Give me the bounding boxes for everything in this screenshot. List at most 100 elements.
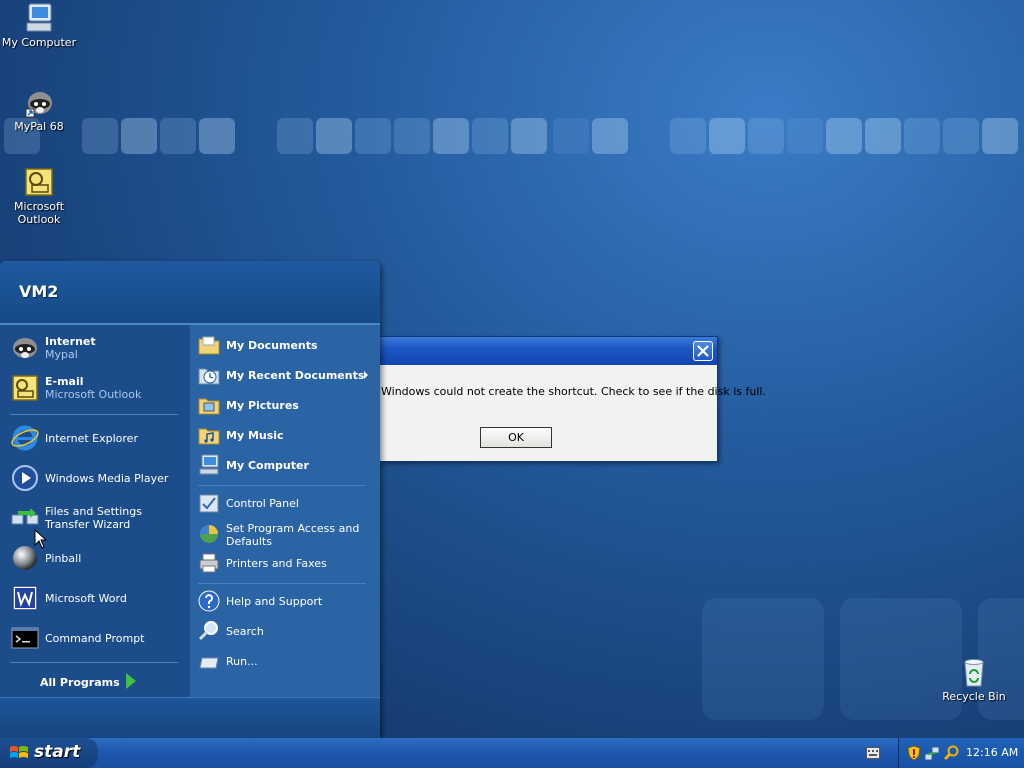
divider — [198, 485, 366, 486]
tool-help-support[interactable]: Help and Support — [196, 588, 374, 616]
outlook-icon — [25, 168, 53, 196]
place-my-music[interactable]: My Music — [196, 422, 374, 450]
setting-label: Control Panel — [226, 497, 299, 510]
divider — [10, 662, 178, 663]
start-button[interactable]: start — [0, 738, 98, 768]
folder-icon — [198, 336, 220, 355]
outlook-icon — [12, 375, 38, 401]
setting-printers-faxes[interactable]: Printers and Faxes — [196, 550, 374, 578]
place-label: My Pictures — [226, 399, 299, 412]
security-shield-icon[interactable] — [907, 745, 921, 761]
all-programs-label: All Programs — [40, 676, 120, 689]
place-label: My Computer — [226, 459, 309, 472]
system-tray: 12:16 AM — [898, 738, 1024, 768]
desktop: My Computer MyPal 68 Microsoft Outlook R… — [0, 0, 1024, 738]
desktop-icon-label: Microsoft Outlook — [13, 200, 65, 226]
start-menu: VM2 Internet Mypal E-mail Microsoft Outl… — [0, 261, 380, 738]
computer-icon — [26, 3, 52, 32]
program-label: Microsoft Word — [45, 592, 127, 605]
program-internet-explorer[interactable]: Internet Explorer — [8, 421, 186, 457]
media-player-icon — [12, 465, 38, 491]
command-prompt-icon — [11, 627, 39, 649]
computer-icon — [199, 454, 219, 475]
raccoon-icon — [25, 92, 52, 118]
program-windows-media-player[interactable]: Windows Media Player — [8, 461, 186, 497]
pinned-email[interactable]: E-mail Microsoft Outlook — [8, 371, 186, 407]
place-my-recent-documents[interactable]: My Recent Documents — [196, 362, 374, 390]
setting-program-access[interactable]: Set Program Access and Defaults — [196, 521, 374, 551]
pictures-folder-icon — [198, 398, 220, 415]
network-icon[interactable] — [924, 745, 940, 761]
music-folder-icon — [198, 428, 220, 445]
program-label: Internet Explorer — [45, 432, 138, 445]
tool-label: Search — [226, 625, 264, 638]
dialog-close-button[interactable] — [693, 341, 713, 361]
mouse-cursor-icon — [34, 529, 48, 549]
divider — [198, 583, 366, 584]
close-icon — [697, 345, 709, 357]
program-microsoft-word[interactable]: Microsoft Word — [8, 581, 186, 617]
help-icon — [198, 590, 220, 612]
program-command-prompt[interactable]: Command Prompt — [8, 621, 186, 657]
program-label: Files and Settings Transfer Wizard — [45, 505, 142, 531]
divider — [10, 414, 178, 415]
desktop-icon-label: Recycle Bin — [942, 690, 1006, 703]
clock[interactable]: 12:16 AM — [966, 746, 1018, 759]
start-menu-footer — [0, 697, 380, 738]
control-panel-icon — [199, 494, 219, 513]
pinned-internet[interactable]: Internet Mypal — [8, 331, 186, 367]
all-programs-arrow-icon — [126, 673, 136, 689]
place-label: My Music — [226, 429, 284, 442]
program-access-icon — [200, 525, 218, 543]
desktop-icon-label: My Computer — [1, 36, 77, 49]
desktop-icon-my-computer[interactable]: My Computer — [1, 2, 77, 49]
place-label: My Recent Documents — [226, 369, 365, 382]
program-label: Windows Media Player — [45, 472, 169, 485]
search-icon — [198, 621, 218, 641]
start-menu-header: VM2 — [0, 261, 380, 325]
program-label: Pinball — [45, 552, 82, 565]
place-my-pictures[interactable]: My Pictures — [196, 392, 374, 420]
setting-control-panel[interactable]: Control Panel — [196, 490, 374, 518]
word-icon — [12, 585, 38, 611]
wallpaper-tiles — [0, 118, 1024, 154]
internet-explorer-icon — [11, 425, 39, 451]
start-label: start — [34, 742, 81, 762]
place-my-computer[interactable]: My Computer — [196, 452, 374, 480]
tool-label: Help and Support — [226, 595, 323, 608]
desktop-icon-recycle-bin[interactable]: Recycle Bin — [936, 656, 1012, 703]
ok-button[interactable]: OK — [480, 427, 552, 448]
pinned-subtitle: Mypal — [45, 348, 78, 361]
run-icon — [199, 657, 219, 669]
place-my-documents[interactable]: My Documents — [196, 332, 374, 360]
printer-icon — [199, 553, 219, 573]
tool-search[interactable]: Search — [196, 618, 374, 646]
wallpaper-big-tile — [702, 598, 824, 720]
setting-label: Set Program Access and Defaults — [226, 522, 360, 548]
desktop-icon-label: MyPal 68 — [14, 120, 64, 133]
search-icon[interactable] — [943, 745, 959, 761]
program-label: Command Prompt — [45, 632, 145, 645]
desktop-icon-outlook[interactable]: Microsoft Outlook — [1, 166, 77, 226]
user-name: VM2 — [19, 282, 59, 301]
recent-documents-icon — [198, 368, 220, 385]
tool-label: Run... — [226, 655, 258, 668]
pinned-title: Internet — [45, 335, 96, 348]
recycle-bin-icon — [964, 659, 984, 687]
setting-label: Printers and Faxes — [226, 557, 327, 570]
raccoon-icon — [13, 338, 37, 358]
dialog-body: Windows could not create the shortcut. C… — [380, 365, 766, 461]
dialog-title-bar[interactable] — [380, 337, 717, 365]
tool-run[interactable]: Run... — [196, 648, 374, 676]
submenu-arrow-icon — [364, 371, 368, 379]
error-dialog: Windows could not create the shortcut. C… — [379, 336, 766, 462]
taskbar: start 12:16 AM — [0, 738, 1024, 768]
pinned-title: E-mail — [45, 375, 84, 388]
place-label: My Documents — [226, 339, 318, 352]
desktop-icon-mypal[interactable]: MyPal 68 — [1, 86, 77, 133]
dialog-message: Windows could not create the shortcut. C… — [381, 385, 766, 398]
keyboard-icon[interactable] — [866, 747, 880, 759]
windows-logo-icon — [10, 746, 28, 758]
all-programs-button[interactable]: All Programs — [30, 669, 150, 693]
pinned-subtitle: Microsoft Outlook — [45, 388, 142, 401]
